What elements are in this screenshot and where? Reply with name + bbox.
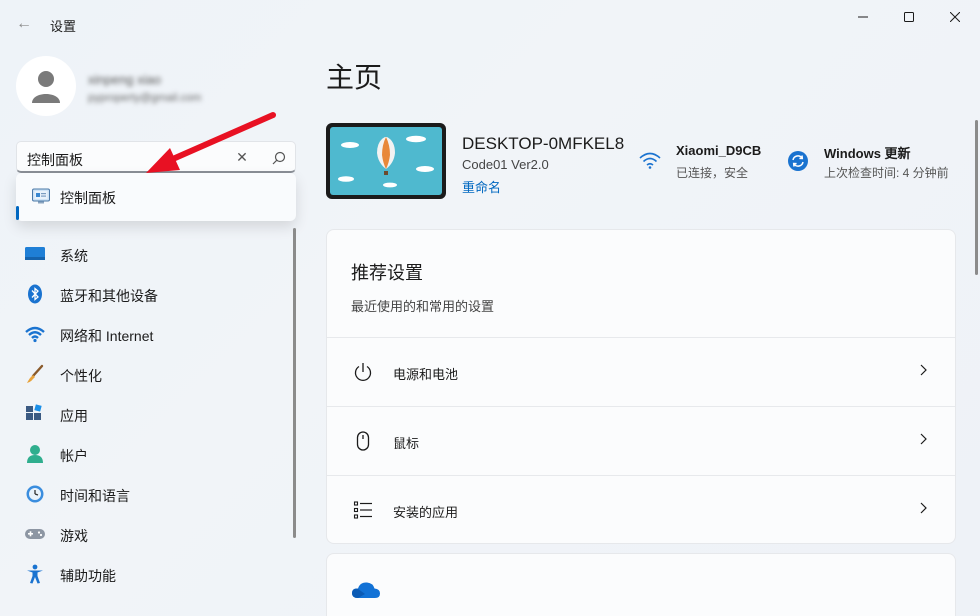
title-bar: ← 设置 — [0, 0, 980, 46]
list-icon — [353, 501, 372, 519]
recommended-settings-card: 推荐设置 最近使用的和常用的设置 电源和电池 鼠标 安装的应用 — [326, 229, 956, 544]
close-icon — [950, 12, 960, 22]
sidebar-item-network[interactable]: 网络和 Internet — [16, 314, 286, 354]
page-title: 主页 — [326, 62, 383, 93]
nav-selection-indicator — [16, 206, 19, 220]
sidebar-item-label: 网络和 Internet — [60, 328, 154, 344]
maximize-icon — [904, 12, 914, 22]
wifi-icon — [25, 326, 45, 343]
minimize-button[interactable] — [840, 6, 886, 28]
sidebar-scrollbar[interactable] — [293, 228, 296, 538]
apps-icon — [26, 404, 42, 420]
suggestion-label: 控制面板 — [60, 190, 116, 206]
sidebar-item-time-language[interactable]: 时间和语言 — [16, 474, 286, 514]
gamepad-icon — [25, 529, 45, 539]
app-title: 设置 — [50, 19, 77, 34]
wallpaper-preview — [330, 127, 442, 195]
sidebar-item-accounts[interactable]: 帐户 — [16, 434, 286, 474]
sidebar-item-gaming[interactable]: 游戏 — [16, 514, 286, 554]
device-thumbnail — [326, 123, 446, 199]
recommended-item-label: 安装的应用 — [393, 505, 459, 520]
card-subtitle: 最近使用的和常用的设置 — [351, 299, 495, 314]
sidebar-nav: 系统 蓝牙和其他设备 网络和 Internet 个性化 应用 帐户 时间和语言 … — [16, 234, 286, 594]
avatar — [16, 56, 76, 116]
user-silhouette-icon — [32, 71, 60, 103]
recommended-item-mouse[interactable]: 鼠标 — [327, 406, 955, 475]
back-button[interactable]: ← — [14, 14, 34, 34]
device-name: DESKTOP-0MFKEL8 — [462, 134, 625, 153]
maximize-button[interactable] — [886, 6, 932, 28]
annotation-arrow-icon — [146, 112, 276, 173]
windows-update-status: 上次检查时间: 4 分钟前 — [824, 166, 949, 180]
user-email: pyproperty@gmail.com — [88, 92, 202, 104]
card-title: 推荐设置 — [351, 263, 423, 283]
rename-link[interactable]: 重命名 — [462, 177, 501, 196]
search-input-value: 控制面板 — [27, 152, 83, 168]
sidebar-item-bluetooth[interactable]: 蓝牙和其他设备 — [16, 274, 286, 314]
sidebar-item-label: 时间和语言 — [60, 488, 130, 504]
sidebar-item-label: 帐户 — [60, 448, 88, 464]
sidebar-item-accessibility[interactable]: 辅助功能 — [16, 554, 286, 594]
back-arrow-icon: ← — [16, 15, 32, 32]
wifi-status-icon — [639, 152, 661, 169]
clock-globe-icon — [26, 485, 44, 503]
close-button[interactable] — [932, 6, 978, 28]
device-model: Code01 Ver2.0 — [462, 157, 549, 172]
brush-icon — [27, 364, 44, 383]
account-icon — [27, 445, 43, 463]
sidebar-item-apps[interactable]: 应用 — [16, 394, 286, 434]
search-suggestion-item[interactable]: 控制面板 — [16, 173, 296, 221]
mouse-icon — [356, 431, 370, 451]
accessibility-icon — [27, 564, 43, 584]
recommended-item-installed-apps[interactable]: 安装的应用 — [327, 475, 955, 543]
main-scrollbar[interactable] — [975, 120, 978, 275]
onedrive-card[interactable] — [326, 553, 956, 616]
bluetooth-icon — [28, 284, 42, 304]
chevron-right-icon — [920, 364, 927, 376]
balloon-wallpaper-icon — [338, 135, 434, 188]
sidebar-item-label: 应用 — [60, 408, 88, 424]
wifi-connection-status: 已连接，安全 — [676, 166, 749, 180]
chevron-right-icon — [920, 502, 927, 514]
sidebar-item-label: 游戏 — [60, 528, 88, 544]
sidebar-item-label: 个性化 — [60, 368, 102, 384]
sidebar-item-label: 系统 — [60, 248, 88, 264]
wifi-network-name[interactable]: Xiaomi_D9CB — [676, 143, 761, 158]
sidebar-item-label: 辅助功能 — [60, 568, 116, 584]
sidebar-item-system[interactable]: 系统 — [16, 234, 286, 274]
recommended-item-label: 电源和电池 — [393, 367, 459, 382]
recommended-item-power[interactable]: 电源和电池 — [327, 337, 955, 406]
system-icon — [25, 247, 45, 260]
sidebar-item-label: 蓝牙和其他设备 — [60, 288, 158, 304]
chevron-right-icon — [920, 433, 927, 445]
onedrive-cloud-icon — [352, 582, 380, 598]
control-panel-icon — [32, 188, 50, 204]
power-icon — [354, 363, 372, 381]
windows-update-title[interactable]: Windows 更新 — [824, 143, 911, 162]
sidebar-item-personalization[interactable]: 个性化 — [16, 354, 286, 394]
minimize-icon — [858, 16, 868, 18]
user-name: xinpeng xiao — [88, 72, 161, 87]
recommended-item-label: 鼠标 — [393, 436, 420, 451]
windows-update-icon — [788, 151, 808, 171]
